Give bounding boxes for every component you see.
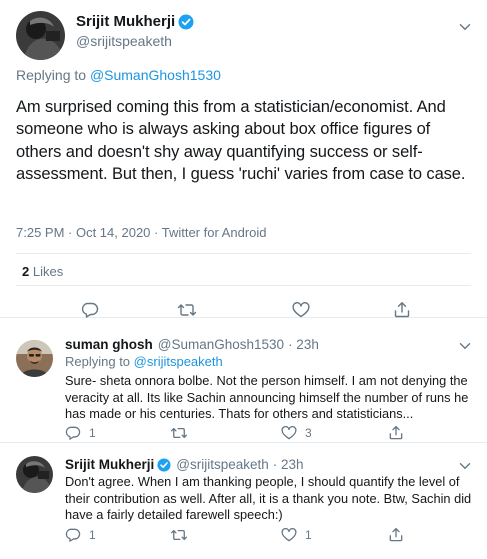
tweet-meta[interactable]: 7:25 PM · Oct 14, 2020 · Twitter for And… [16,225,267,240]
author-name[interactable]: suman ghosh [65,337,153,352]
verified-badge-icon [157,457,171,472]
share-icon [389,425,403,440]
reply-button[interactable]: 1 [65,528,96,542]
likes-label: Likes [32,264,64,279]
reply-header: Srijit Mukherji @srijitspeaketh · 23h [65,457,304,472]
reply-text: Don't agree. When I am thanking people, … [65,474,472,523]
retweet-button[interactable] [177,302,197,318]
reply-button[interactable]: 1 [65,426,96,440]
replying-prefix: Replying to [16,67,87,83]
reply-count: 1 [89,528,96,542]
chevron-down-icon[interactable] [458,20,472,34]
replying-to-link[interactable]: @srijitspeaketh [134,354,223,369]
retweet-icon [177,304,197,316]
likes-stat[interactable]: 2 Likes [22,264,63,279]
reply-button[interactable] [81,302,99,318]
share-icon [389,527,403,542]
replying-prefix: Replying to [65,354,131,369]
share-button[interactable] [389,425,403,440]
author-name[interactable]: Srijit Mukherji [76,13,175,30]
reply-time[interactable]: · 23h [273,457,304,472]
share-button[interactable] [394,301,410,318]
retweet-button[interactable] [170,528,194,542]
avatar[interactable] [16,340,53,377]
author-name-row: Srijit Mukherji [76,13,194,30]
reply-icon [65,528,81,542]
share-button[interactable] [389,527,403,542]
author-handle[interactable]: @srijitspeaketh [176,457,269,472]
retweet-button[interactable] [170,426,194,440]
retweet-icon [170,529,188,541]
reply-header: suman ghosh @SumanGhosh1530 · 23h [65,337,319,352]
author-handle[interactable]: @SumanGhosh1530 [158,337,284,352]
reply-tweet[interactable]: Srijit Mukherji @srijitspeaketh · 23h Do… [0,443,487,559]
like-button[interactable] [292,302,310,318]
like-icon [281,528,297,542]
chevron-down-icon[interactable] [458,459,472,473]
main-tweet: Srijit Mukherji @srijitspeaketh Replying… [0,0,487,318]
replying-to: Replying to @SumanGhosh1530 [16,67,221,83]
like-button[interactable]: 1 [281,528,312,542]
like-count: 3 [305,426,312,440]
reply-text: Sure- sheta onnora bolbe. Not the person… [65,373,469,422]
divider [16,253,471,254]
chevron-down-icon[interactable] [458,339,472,353]
reply-count: 1 [89,426,96,440]
verified-badge-icon [178,14,194,30]
replying-to: Replying to @srijitspeaketh [65,354,223,369]
replying-to-link[interactable]: @SumanGhosh1530 [90,67,221,83]
author-handle[interactable]: @srijitspeaketh [76,33,172,49]
retweet-icon [170,427,188,439]
reply-tweet[interactable]: suman ghosh @SumanGhosh1530 · 23h Replyi… [0,318,487,443]
like-count: 1 [305,528,312,542]
like-icon [292,302,310,318]
reply-icon [65,426,81,440]
tweet-text: Am surprised coming this from a statisti… [16,98,466,184]
divider [16,285,471,286]
reply-icon [81,302,99,318]
likes-count: 2 [22,264,30,279]
avatar[interactable] [16,11,65,60]
like-button[interactable]: 3 [281,426,312,440]
avatar[interactable] [16,456,53,493]
author-name[interactable]: Srijit Mukherji [65,457,154,472]
like-icon [281,426,297,440]
reply-time[interactable]: · 23h [288,337,319,352]
share-icon [394,302,410,318]
